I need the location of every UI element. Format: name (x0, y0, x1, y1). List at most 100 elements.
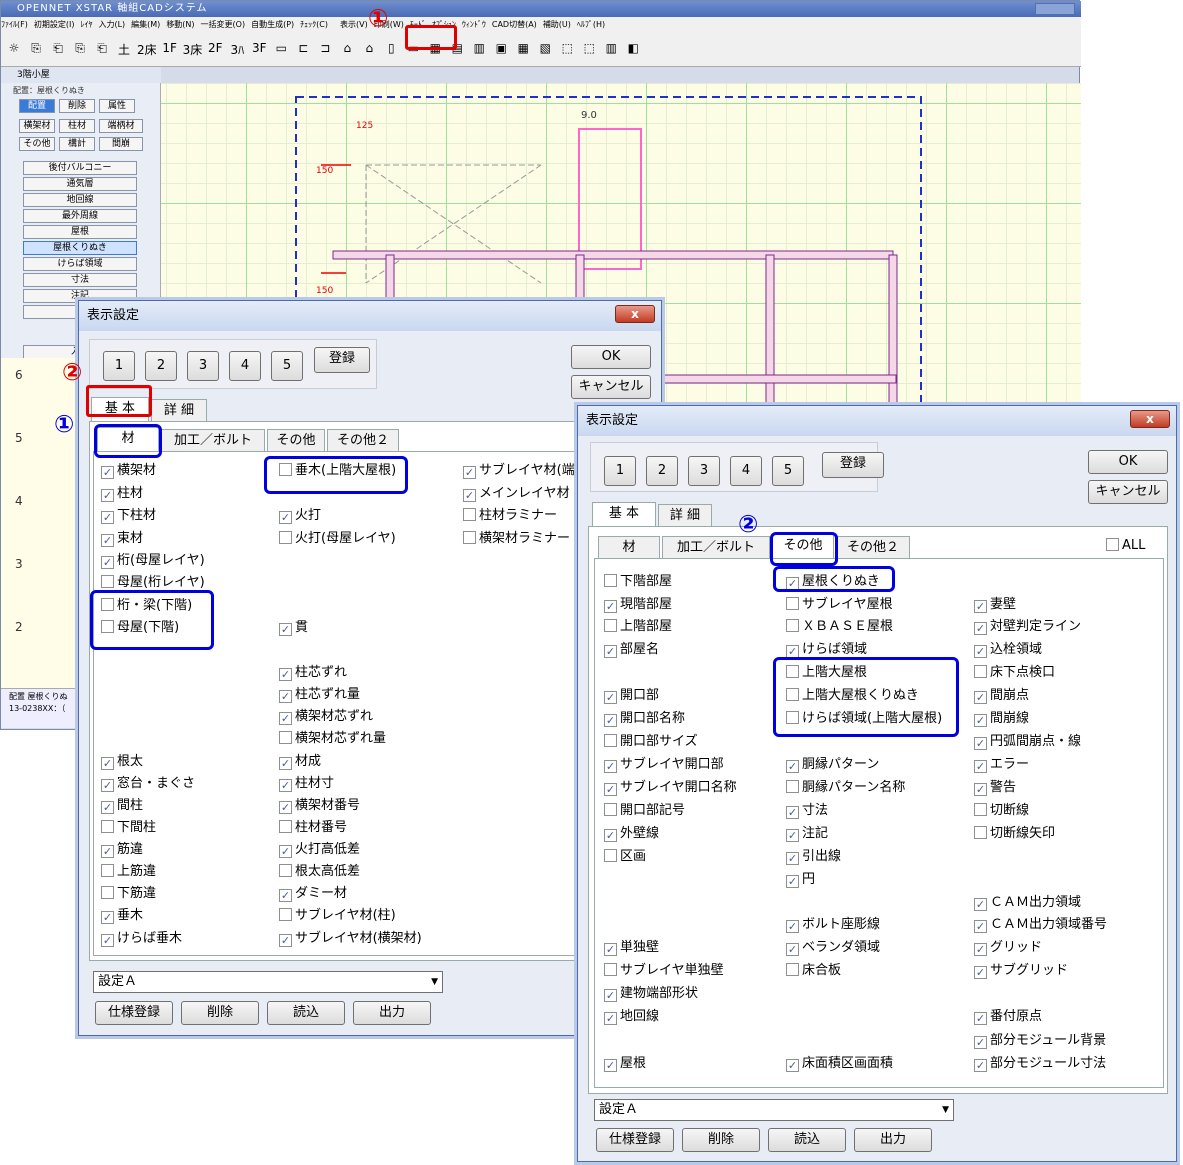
checkbox-item[interactable]: 切断線 (974, 803, 1029, 819)
toolbar-button[interactable]: ⌂ (360, 41, 378, 58)
menu-item[interactable]: 補助(U) (543, 20, 571, 29)
subtab-other[interactable]: その他 (267, 429, 325, 451)
toolbar-button[interactable]: ☼ (5, 41, 23, 58)
panel-tab[interactable]: 削除 (59, 99, 95, 113)
footer-button[interactable]: 削除 (181, 1001, 259, 1025)
checkbox-item[interactable]: ✓ 床面積区画面積 (786, 1056, 893, 1072)
footer-button[interactable]: 削除 (682, 1128, 760, 1152)
preset-button-4[interactable]: 4 (229, 351, 261, 381)
checkbox-item[interactable]: ✓ メインレイヤ材 (463, 486, 570, 502)
toolbar-button[interactable]: ⬚ (580, 41, 598, 58)
checkbox-item[interactable]: サブレイヤ屋根 (786, 597, 893, 613)
footer-button[interactable]: 仕様登録 (95, 1001, 173, 1025)
ok-button[interactable]: OK (1088, 450, 1168, 474)
tab-detail[interactable]: 詳 細 (658, 504, 712, 526)
checkbox-item[interactable]: ✓ ダミー材 (279, 886, 347, 902)
footer-button[interactable]: 出力 (353, 1001, 431, 1025)
toolbar-button[interactable]: ⊏ (294, 41, 312, 58)
checkbox-item[interactable]: ✓ サブグリッド (974, 963, 1068, 979)
panel-category[interactable]: 間崩 (99, 137, 143, 151)
preset-button-1[interactable]: 1 (103, 351, 135, 381)
menu-item[interactable]: ﾍﾙﾌﾟ(H) (577, 20, 605, 29)
checkbox-item[interactable]: ✓ 寸法 (786, 803, 828, 819)
close-icon[interactable]: x (1130, 410, 1170, 428)
checkbox-item[interactable]: ✓ 地回線 (604, 1009, 659, 1025)
checkbox-item[interactable]: ✓ 間崩点 (974, 688, 1029, 704)
panel-item[interactable]: 寸法 (23, 273, 137, 287)
checkbox-item[interactable]: ✓ 胴縁パターン (786, 757, 879, 773)
ok-button[interactable]: OK (571, 345, 651, 369)
checkbox-item[interactable]: ✓ 単独壁 (604, 940, 659, 956)
checkbox-item[interactable]: ✓ けらば領域 (786, 642, 867, 658)
panel-category[interactable]: その他 (19, 137, 55, 151)
toolbar-button[interactable]: ▭ (272, 41, 290, 58)
checkbox-item[interactable]: ✓ 桁(母屋レイヤ) (101, 553, 205, 569)
menu-item[interactable]: CAD切替(A) (492, 20, 537, 29)
close-icon[interactable]: x (615, 305, 655, 323)
checkbox-item[interactable]: ✓ 柱芯ずれ (279, 665, 347, 681)
preset-button-1[interactable]: 1 (604, 456, 636, 486)
checkbox-item[interactable]: ✓ ＣＡＭ出力領域 (974, 895, 1081, 911)
checkbox-item[interactable]: ✓ ベランダ領域 (786, 940, 880, 956)
checkbox-item[interactable]: ✓ 柱芯ずれ量 (279, 687, 360, 703)
checkbox-item[interactable]: ✓ 横架材 (101, 463, 156, 479)
subtab-processing-bolt[interactable]: 加工／ボルト (161, 429, 265, 451)
checkbox-item[interactable]: ✓ 開口部名称 (604, 711, 685, 727)
toolbar-button[interactable]: 3床 (183, 41, 203, 58)
checkbox-item[interactable]: 区画 (604, 849, 646, 865)
checkbox-item[interactable]: ✓ 部屋名 (604, 642, 659, 658)
checkbox-item[interactable]: 横架材ラミナー (463, 531, 570, 547)
checkbox-item[interactable]: 下間柱 (101, 820, 156, 836)
panel-category[interactable]: 柱材 (59, 119, 95, 133)
checkbox-item[interactable]: 床下点検口 (974, 665, 1055, 681)
toolbar-button[interactable]: ▦ (514, 41, 532, 58)
preset-button-4[interactable]: 4 (730, 456, 762, 486)
toolbar-button[interactable]: ◧ (624, 41, 642, 58)
toolbar-button[interactable]: ⌂ (338, 41, 356, 58)
toolbar-button[interactable]: ⎘ (71, 41, 89, 58)
panel-tab[interactable]: 配置 (19, 99, 55, 113)
preset-button-5[interactable]: 5 (772, 456, 804, 486)
footer-button[interactable]: 読込 (267, 1001, 345, 1025)
toolbar-button[interactable]: ⬚ (558, 41, 576, 58)
checkbox-item[interactable]: ✓ 下柱材 (101, 508, 156, 524)
panel-category[interactable]: 横架材 (19, 119, 55, 133)
checkbox-item[interactable]: 上階部屋 (604, 619, 672, 635)
checkbox-item[interactable]: ✓ 円 (786, 872, 815, 888)
tab-detail[interactable]: 詳 細 (151, 399, 207, 421)
preset-button-2[interactable]: 2 (145, 351, 177, 381)
subtab-processing-bolt[interactable]: 加工／ボルト (662, 536, 770, 558)
footer-button[interactable]: 仕様登録 (596, 1128, 674, 1152)
checkbox-item[interactable]: ✓ サブレイヤ開口部 (604, 757, 724, 773)
checkbox-item[interactable]: 柱材ラミナー (463, 508, 557, 524)
checkbox-item[interactable]: ✓ 火打高低差 (279, 842, 360, 858)
toolbar-button[interactable]: 2床 (137, 41, 157, 58)
checkbox-item[interactable]: ✓ 部分モジュール寸法 (974, 1056, 1106, 1072)
checkbox-item[interactable]: ✓ 円弧間崩点・線 (974, 734, 1081, 750)
checkbox-item[interactable]: ✓ サブレイヤ材(横架材) (279, 931, 422, 947)
cancel-button[interactable]: キャンセル (1088, 480, 1168, 504)
checkbox-item[interactable]: ✓ 火打 (279, 508, 321, 524)
checkbox-item[interactable]: ✓ サブレイヤ材(端 (463, 463, 575, 479)
window-controls[interactable] (1035, 3, 1075, 15)
panel-tab[interactable]: 属性 (99, 99, 135, 113)
toolbar-button[interactable]: ⎘ (27, 41, 45, 58)
checkbox-item[interactable]: サブレイヤ単独壁 (604, 963, 724, 979)
checkbox-item[interactable]: ✓ 現階部屋 (604, 597, 672, 613)
checkbox-item[interactable]: ✓ エラー (974, 757, 1029, 773)
checkbox-item[interactable]: ✓ 間崩線 (974, 711, 1029, 727)
preset-button-3[interactable]: 3 (688, 456, 720, 486)
checkbox-item[interactable]: ✓ 屋根 (604, 1056, 646, 1072)
checkbox-item[interactable]: ✓ 材成 (279, 754, 321, 770)
checkbox-item[interactable]: 根太高低差 (279, 864, 360, 880)
checkbox-item[interactable]: ✓ 柱材 (101, 486, 143, 502)
checkbox-item[interactable]: ✓ 間柱 (101, 798, 143, 814)
checkbox-item[interactable]: ✓ 外壁線 (604, 826, 659, 842)
checkbox-item[interactable]: 下階部屋 (604, 574, 672, 590)
panel-item[interactable]: 後付バルコニー (23, 161, 137, 175)
panel-item[interactable]: 屋根 (23, 225, 137, 239)
checkbox-item[interactable]: ✓ 貫 (279, 620, 308, 636)
checkbox-item[interactable]: ✓ 横架材番号 (279, 798, 360, 814)
tab-basic[interactable]: 基 本 (592, 502, 656, 526)
checkbox-item[interactable]: 開口部サイズ (604, 734, 698, 750)
